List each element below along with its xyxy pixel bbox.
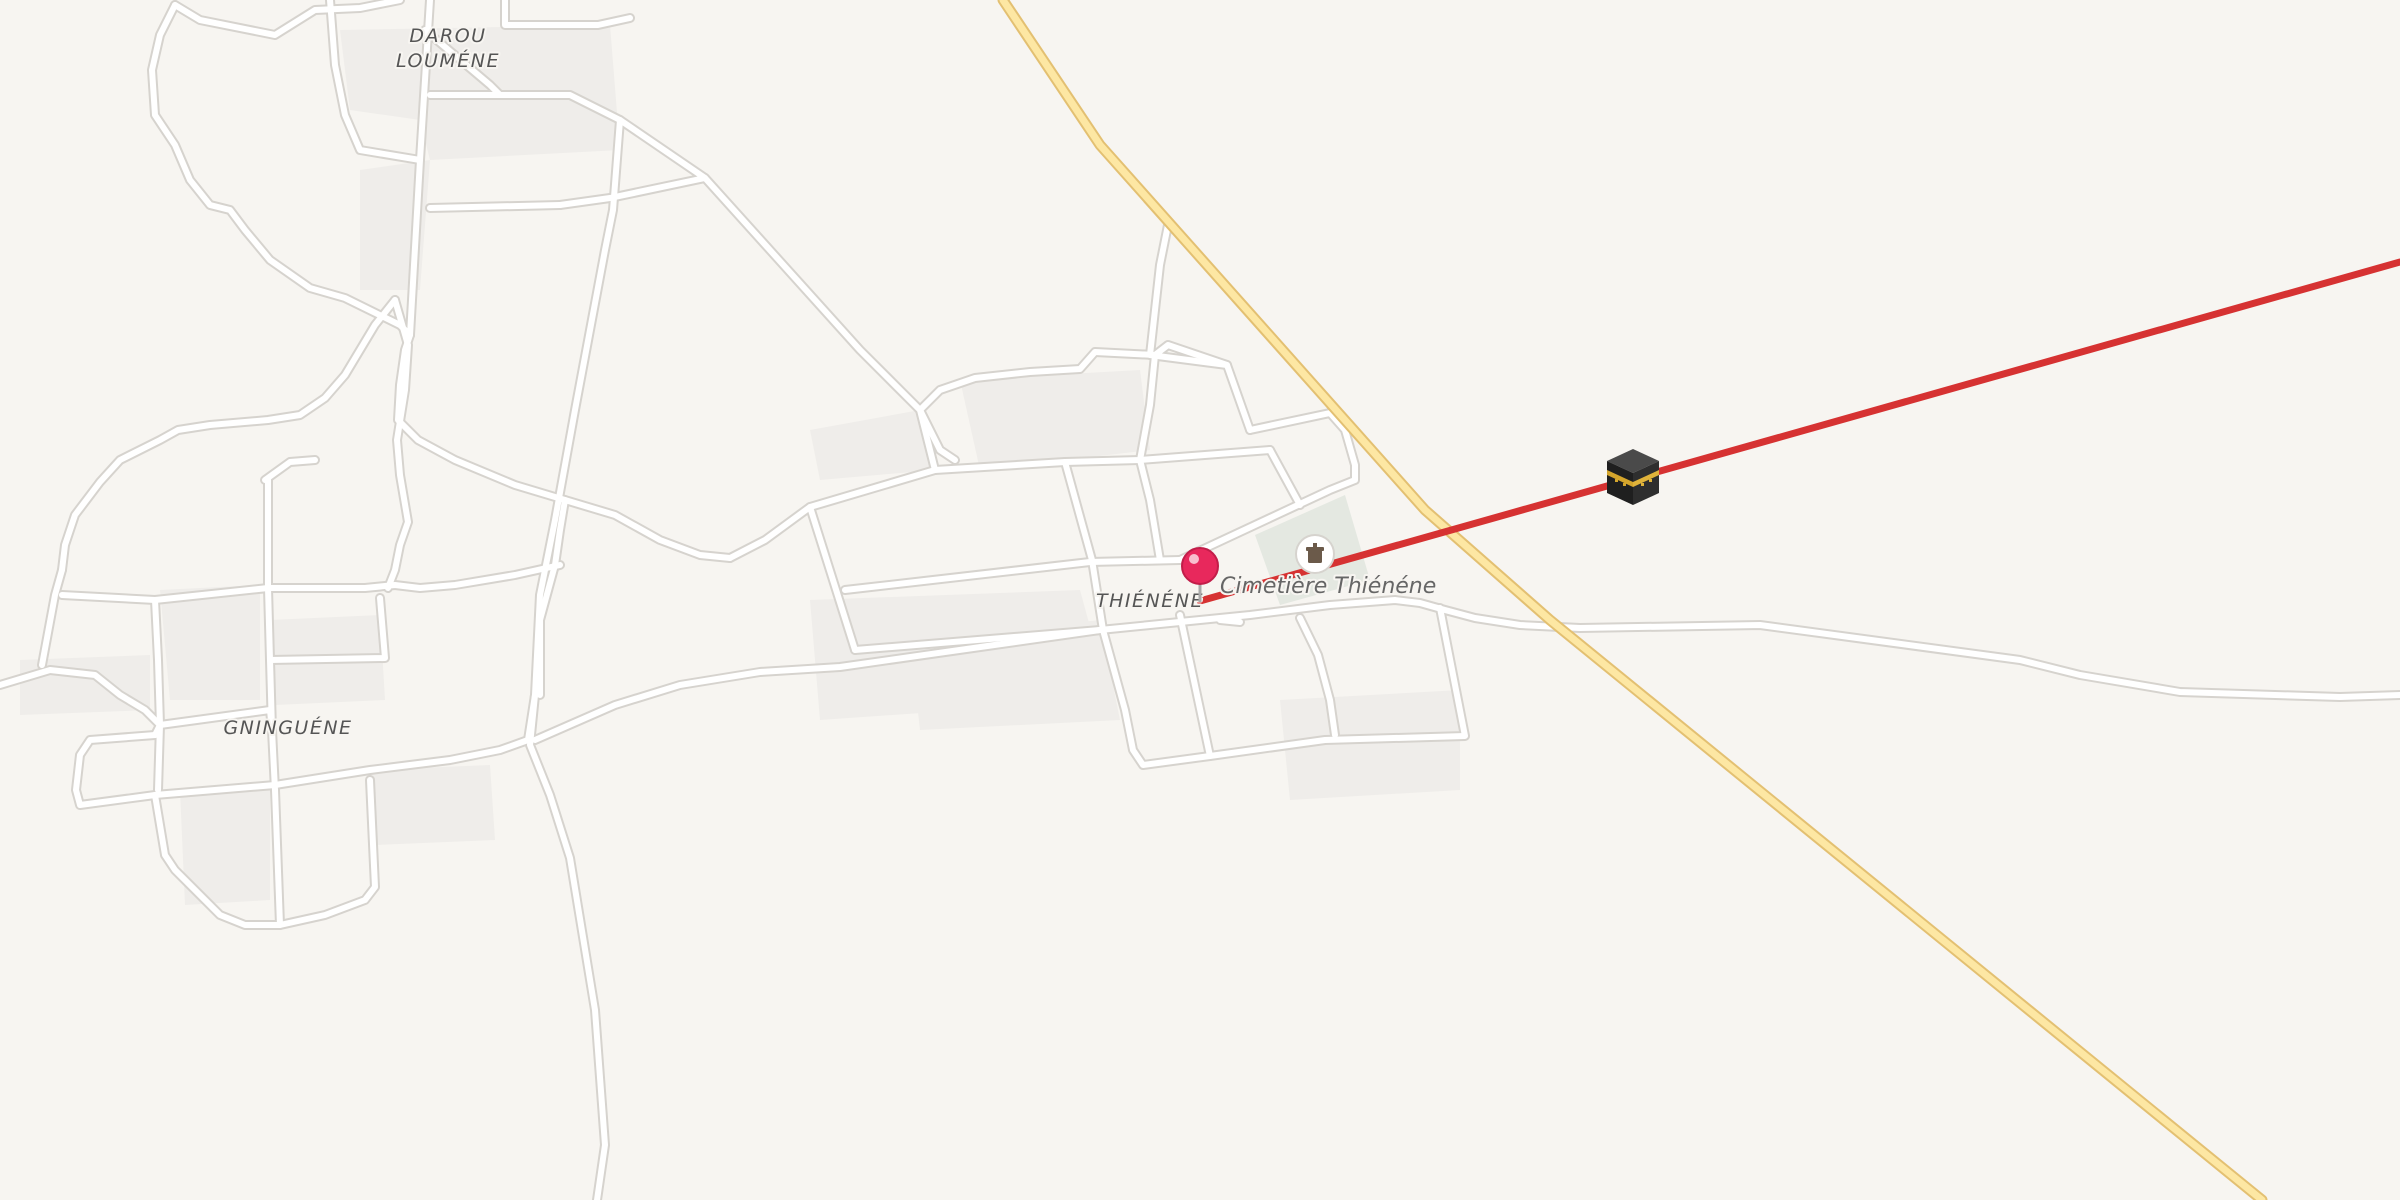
map-canvas[interactable]: Cimetière Thiénéne DAROU LOUMÉNE GNINGUÉ…	[0, 0, 2400, 1200]
place-label-gninguene: GNINGUÉNE	[223, 716, 352, 739]
place-label-darou-loumene-line1: DAROU	[409, 25, 486, 47]
place-label-darou-loumene-line2: LOUMÉNE	[396, 49, 500, 72]
place-label-thienene: THIÉNÉNE	[1096, 589, 1204, 612]
kaaba-icon[interactable]	[1607, 449, 1659, 505]
poi-label-cemetery[interactable]: Cimetière Thiénéne	[1218, 572, 1438, 601]
map-view[interactable]: Cimetière Thiénéne DAROU LOUMÉNE GNINGUÉ…	[0, 0, 2400, 1200]
cemetery-icon[interactable]	[1295, 534, 1335, 574]
